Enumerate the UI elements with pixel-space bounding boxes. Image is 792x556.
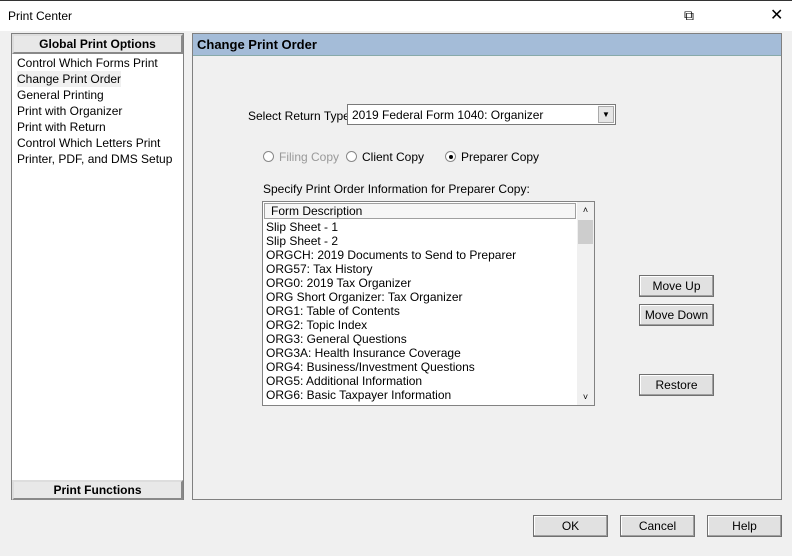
change-print-order-panel: Change Print Order Select Return Type: 2… [192, 33, 782, 500]
column-header-form-description[interactable]: Form Description [264, 203, 576, 219]
scroll-down-icon[interactable]: ˅ [577, 389, 594, 405]
list-item[interactable]: ORG57: Tax History [266, 262, 516, 276]
list-item[interactable]: ORG4: Business/Investment Questions [266, 360, 516, 374]
list-item[interactable]: Slip Sheet - 1 [266, 220, 516, 234]
list-item[interactable]: ORG3A: Health Insurance Coverage [266, 346, 516, 360]
return-type-value: 2019 Federal Form 1040: Organizer [352, 108, 544, 122]
nav-item[interactable]: Control Which Forms Print [17, 55, 172, 71]
list-item[interactable]: ORGCH: 2019 Documents to Send to Prepare… [266, 248, 516, 262]
list-item[interactable]: ORG Short Organizer: Tax Organizer [266, 290, 516, 304]
radio-client-copy[interactable]: Client Copy [346, 150, 424, 164]
list-item[interactable]: ORG6: Basic Taxpayer Information [266, 388, 516, 402]
list-item[interactable]: ORG0: 2019 Tax Organizer [266, 276, 516, 290]
list-item[interactable]: ORG1: Table of Contents [266, 304, 516, 318]
nav-item[interactable]: Control Which Letters Print [17, 135, 172, 151]
ok-button[interactable]: OK [533, 515, 608, 537]
list-item[interactable]: Slip Sheet - 2 [266, 234, 516, 248]
list-item[interactable]: ORG5: Additional Information [266, 374, 516, 388]
scroll-up-icon[interactable]: ˄ [577, 202, 594, 218]
form-order-listbox[interactable]: Form Description Slip Sheet - 1 Slip Shee… [262, 201, 595, 406]
radio-icon[interactable] [445, 151, 456, 162]
radio-icon[interactable] [346, 151, 357, 162]
close-icon[interactable]: ✕ [770, 5, 783, 25]
restore-window-icon[interactable]: ⧉ [684, 7, 694, 24]
nav-item[interactable]: Change Print Order [17, 71, 121, 87]
cancel-button[interactable]: Cancel [620, 515, 695, 537]
move-up-button[interactable]: Move Up [639, 275, 714, 297]
scrollbar-thumb[interactable] [578, 220, 593, 244]
radio-label: Client Copy [362, 150, 425, 164]
help-button[interactable]: Help [707, 515, 782, 537]
global-print-options-panel: Global Print Options Control Which Forms… [11, 33, 184, 500]
move-down-button[interactable]: Move Down [639, 304, 714, 326]
list-item[interactable]: ORG2: Topic Index [266, 318, 516, 332]
list-item[interactable]: ORG3: General Questions [266, 332, 516, 346]
print-functions-button[interactable]: Print Functions [12, 480, 183, 500]
global-print-options-header[interactable]: Global Print Options [12, 34, 183, 54]
panel-title: Change Print Order [193, 34, 781, 56]
nav-item[interactable]: General Printing [17, 87, 172, 103]
options-list: Control Which Forms Print Change Print Or… [17, 55, 172, 167]
vertical-scrollbar[interactable]: ˄ ˅ [577, 202, 594, 405]
return-type-label: Select Return Type: [248, 109, 354, 123]
radio-filing-copy: Filing Copy [263, 150, 339, 164]
restore-button[interactable]: Restore [639, 374, 714, 396]
window-title: Print Center [8, 9, 73, 23]
nav-item[interactable]: Print with Return [17, 119, 172, 135]
list-label: Specify Print Order Information for Prep… [263, 182, 530, 196]
radio-icon[interactable] [263, 151, 274, 162]
return-type-dropdown[interactable]: 2019 Federal Form 1040: Organizer ▼ [347, 104, 616, 125]
radio-preparer-copy[interactable]: Preparer Copy [445, 150, 539, 164]
nav-item[interactable]: Print with Organizer [17, 103, 172, 119]
radio-label: Preparer Copy [461, 150, 540, 164]
title-bar: Print Center ⧉ ✕ [0, 0, 792, 31]
nav-item[interactable]: Printer, PDF, and DMS Setup [17, 151, 172, 167]
chevron-down-icon[interactable]: ▼ [598, 106, 614, 123]
radio-label: Filing Copy [279, 150, 340, 164]
